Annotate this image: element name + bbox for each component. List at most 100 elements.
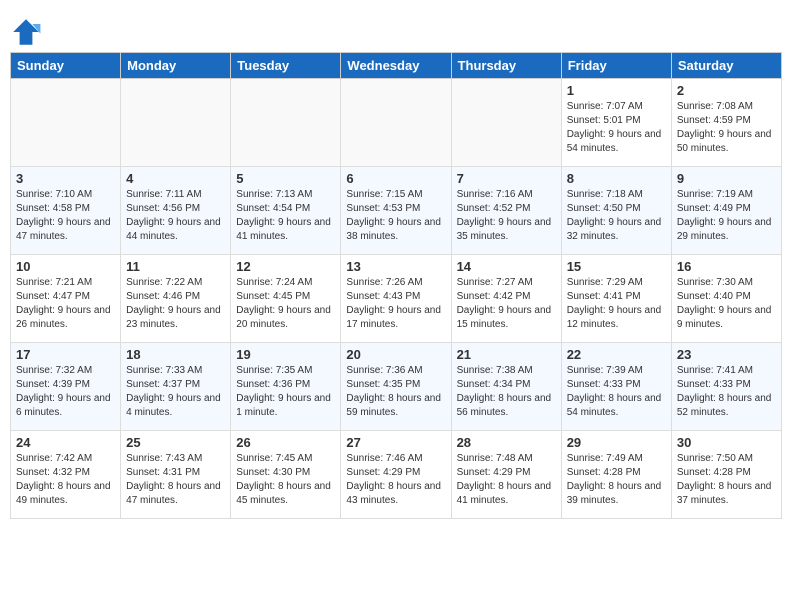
day-detail: Sunrise: 7:24 AM Sunset: 4:45 PM Dayligh… (236, 276, 335, 332)
day-detail: Sunrise: 7:26 AM Sunset: 4:43 PM Dayligh… (346, 276, 445, 332)
day-number: 20 (346, 347, 445, 362)
day-detail: Sunrise: 7:29 AM Sunset: 4:41 PM Dayligh… (567, 276, 666, 332)
day-number: 26 (236, 435, 335, 450)
day-number: 18 (126, 347, 225, 362)
calendar-cell: 23 Sunrise: 7:41 AM Sunset: 4:33 PM Dayli… (671, 343, 781, 431)
day-detail: Sunrise: 7:41 AM Sunset: 4:33 PM Dayligh… (677, 364, 776, 420)
day-detail: Sunrise: 7:38 AM Sunset: 4:34 PM Dayligh… (457, 364, 556, 420)
day-detail: Sunrise: 7:30 AM Sunset: 4:40 PM Dayligh… (677, 276, 776, 332)
day-number: 25 (126, 435, 225, 450)
day-number: 22 (567, 347, 666, 362)
day-number: 27 (346, 435, 445, 450)
day-detail: Sunrise: 7:18 AM Sunset: 4:50 PM Dayligh… (567, 188, 666, 244)
day-number: 1 (567, 83, 666, 98)
calendar-cell (121, 79, 231, 167)
day-detail: Sunrise: 7:27 AM Sunset: 4:42 PM Dayligh… (457, 276, 556, 332)
day-number: 9 (677, 171, 776, 186)
calendar-cell: 18 Sunrise: 7:33 AM Sunset: 4:37 PM Dayli… (121, 343, 231, 431)
calendar-body: 1 Sunrise: 7:07 AM Sunset: 5:01 PM Daylig… (11, 79, 782, 519)
day-detail: Sunrise: 7:16 AM Sunset: 4:52 PM Dayligh… (457, 188, 556, 244)
calendar-week-3: 17Sunrise: 7:32 AM Sunset: 4:39 PM Dayli… (11, 343, 782, 431)
calendar-cell: 19Sunrise: 7:35 AM Sunset: 4:36 PM Dayli… (231, 343, 341, 431)
day-detail: Sunrise: 7:45 AM Sunset: 4:30 PM Dayligh… (236, 452, 335, 508)
calendar-cell: 20 Sunrise: 7:36 AM Sunset: 4:35 PM Dayli… (341, 343, 451, 431)
day-number: 21 (457, 347, 556, 362)
day-number: 15 (567, 259, 666, 274)
day-number: 16 (677, 259, 776, 274)
day-detail: Sunrise: 7:11 AM Sunset: 4:56 PM Dayligh… (126, 188, 225, 244)
calendar-week-0: 1 Sunrise: 7:07 AM Sunset: 5:01 PM Daylig… (11, 79, 782, 167)
day-number: 29 (567, 435, 666, 450)
logo-icon (10, 16, 42, 48)
calendar-cell: 1 Sunrise: 7:07 AM Sunset: 5:01 PM Daylig… (561, 79, 671, 167)
logo (10, 16, 46, 48)
day-detail: Sunrise: 7:13 AM Sunset: 4:54 PM Dayligh… (236, 188, 335, 244)
column-header-tuesday: Tuesday (231, 53, 341, 79)
column-header-friday: Friday (561, 53, 671, 79)
day-detail: Sunrise: 7:50 AM Sunset: 4:28 PM Dayligh… (677, 452, 776, 508)
day-number: 4 (126, 171, 225, 186)
day-number: 3 (16, 171, 115, 186)
day-detail: Sunrise: 7:10 AM Sunset: 4:58 PM Dayligh… (16, 188, 115, 244)
day-number: 23 (677, 347, 776, 362)
calendar-cell: 24Sunrise: 7:42 AM Sunset: 4:32 PM Dayli… (11, 431, 121, 519)
calendar-cell: 27 Sunrise: 7:46 AM Sunset: 4:29 PM Dayli… (341, 431, 451, 519)
column-header-monday: Monday (121, 53, 231, 79)
column-header-sunday: Sunday (11, 53, 121, 79)
day-detail: Sunrise: 7:21 AM Sunset: 4:47 PM Dayligh… (16, 276, 115, 332)
calendar-cell: 12 Sunrise: 7:24 AM Sunset: 4:45 PM Dayli… (231, 255, 341, 343)
column-header-saturday: Saturday (671, 53, 781, 79)
calendar-cell: 28Sunrise: 7:48 AM Sunset: 4:29 PM Dayli… (451, 431, 561, 519)
day-detail: Sunrise: 7:42 AM Sunset: 4:32 PM Dayligh… (16, 452, 115, 508)
calendar-cell: 16 Sunrise: 7:30 AM Sunset: 4:40 PM Dayli… (671, 255, 781, 343)
column-header-thursday: Thursday (451, 53, 561, 79)
calendar-cell: 13 Sunrise: 7:26 AM Sunset: 4:43 PM Dayli… (341, 255, 451, 343)
calendar-cell (11, 79, 121, 167)
day-detail: Sunrise: 7:36 AM Sunset: 4:35 PM Dayligh… (346, 364, 445, 420)
calendar-cell (451, 79, 561, 167)
day-number: 6 (346, 171, 445, 186)
page-header (10, 10, 782, 48)
day-number: 2 (677, 83, 776, 98)
calendar-cell: 4 Sunrise: 7:11 AM Sunset: 4:56 PM Daylig… (121, 167, 231, 255)
calendar-week-4: 24Sunrise: 7:42 AM Sunset: 4:32 PM Dayli… (11, 431, 782, 519)
day-detail: Sunrise: 7:43 AM Sunset: 4:31 PM Dayligh… (126, 452, 225, 508)
day-detail: Sunrise: 7:08 AM Sunset: 4:59 PM Dayligh… (677, 100, 776, 156)
day-number: 13 (346, 259, 445, 274)
calendar-cell: 11 Sunrise: 7:22 AM Sunset: 4:46 PM Dayli… (121, 255, 231, 343)
day-number: 7 (457, 171, 556, 186)
calendar-cell: 30 Sunrise: 7:50 AM Sunset: 4:28 PM Dayli… (671, 431, 781, 519)
calendar-cell: 21 Sunrise: 7:38 AM Sunset: 4:34 PM Dayli… (451, 343, 561, 431)
day-detail: Sunrise: 7:48 AM Sunset: 4:29 PM Dayligh… (457, 452, 556, 508)
day-number: 11 (126, 259, 225, 274)
column-header-wednesday: Wednesday (341, 53, 451, 79)
day-number: 8 (567, 171, 666, 186)
calendar-cell: 9 Sunrise: 7:19 AM Sunset: 4:49 PM Daylig… (671, 167, 781, 255)
day-number: 14 (457, 259, 556, 274)
day-detail: Sunrise: 7:39 AM Sunset: 4:33 PM Dayligh… (567, 364, 666, 420)
day-detail: Sunrise: 7:22 AM Sunset: 4:46 PM Dayligh… (126, 276, 225, 332)
calendar-table: SundayMondayTuesdayWednesdayThursdayFrid… (10, 52, 782, 519)
calendar-cell: 10 Sunrise: 7:21 AM Sunset: 4:47 PM Dayli… (11, 255, 121, 343)
day-detail: Sunrise: 7:19 AM Sunset: 4:49 PM Dayligh… (677, 188, 776, 244)
calendar-cell: 3 Sunrise: 7:10 AM Sunset: 4:58 PM Daylig… (11, 167, 121, 255)
calendar-cell: 5Sunrise: 7:13 AM Sunset: 4:54 PM Daylig… (231, 167, 341, 255)
calendar-cell: 22 Sunrise: 7:39 AM Sunset: 4:33 PM Dayli… (561, 343, 671, 431)
calendar-cell (341, 79, 451, 167)
calendar-cell: 26 Sunrise: 7:45 AM Sunset: 4:30 PM Dayli… (231, 431, 341, 519)
calendar-week-1: 3 Sunrise: 7:10 AM Sunset: 4:58 PM Daylig… (11, 167, 782, 255)
day-number: 10 (16, 259, 115, 274)
day-detail: Sunrise: 7:33 AM Sunset: 4:37 PM Dayligh… (126, 364, 225, 420)
calendar-cell: 7 Sunrise: 7:16 AM Sunset: 4:52 PM Daylig… (451, 167, 561, 255)
calendar-cell: 8 Sunrise: 7:18 AM Sunset: 4:50 PM Daylig… (561, 167, 671, 255)
calendar-cell: 25 Sunrise: 7:43 AM Sunset: 4:31 PM Dayli… (121, 431, 231, 519)
day-detail: Sunrise: 7:15 AM Sunset: 4:53 PM Dayligh… (346, 188, 445, 244)
day-detail: Sunrise: 7:35 AM Sunset: 4:36 PM Dayligh… (236, 364, 335, 420)
day-detail: Sunrise: 7:07 AM Sunset: 5:01 PM Dayligh… (567, 100, 666, 156)
day-number: 30 (677, 435, 776, 450)
day-number: 12 (236, 259, 335, 274)
calendar-cell: 29Sunrise: 7:49 AM Sunset: 4:28 PM Dayli… (561, 431, 671, 519)
calendar-cell: 15 Sunrise: 7:29 AM Sunset: 4:41 PM Dayli… (561, 255, 671, 343)
calendar-cell (231, 79, 341, 167)
day-detail: Sunrise: 7:46 AM Sunset: 4:29 PM Dayligh… (346, 452, 445, 508)
